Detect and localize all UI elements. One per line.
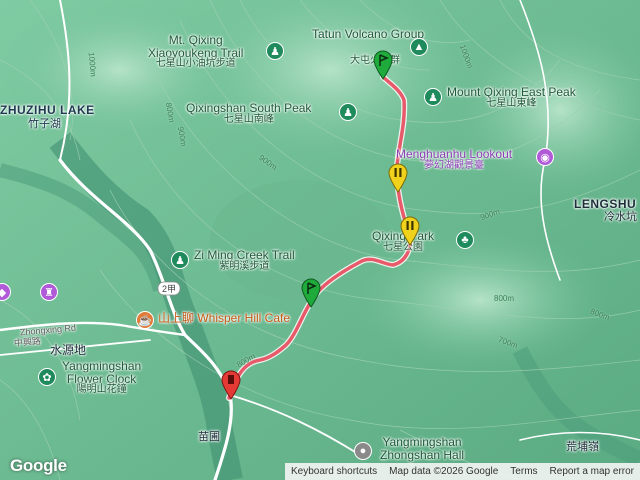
- place-label-east-peak[interactable]: Mount Qixing East Peak 七星山東峰: [447, 86, 576, 109]
- place-label-whisper-hill[interactable]: 山上聊 Whisper Hill Cafe: [158, 312, 290, 325]
- report-error-link[interactable]: Report a map error: [550, 466, 634, 477]
- flag-waypoint-marker[interactable]: [301, 278, 321, 308]
- place-label-tatun[interactable]: Tatun Volcano Group: [312, 28, 424, 41]
- tree-icon[interactable]: ♣: [456, 231, 474, 249]
- place-label-zhuzihu-zh: 竹子湖: [28, 118, 61, 130]
- place-label-xiaoyoukeng[interactable]: Mt. Qixing Xiaoyoukeng Trail 七星山小油坑步道: [148, 34, 243, 70]
- google-logo[interactable]: Google: [10, 456, 67, 476]
- start-flag-marker[interactable]: [373, 50, 393, 80]
- place-label-zhongshan-hall[interactable]: Yangmingshan Zhongshan Hall: [380, 436, 464, 461]
- hiker-icon[interactable]: ♟: [171, 251, 189, 269]
- contour-label: 800m: [494, 294, 515, 303]
- place-label-flower-clock[interactable]: Yangmingshan Flower Clock 陽明山花鐘: [62, 360, 141, 396]
- end-marker[interactable]: [221, 370, 241, 400]
- road-shield-label: 2甲: [162, 284, 176, 294]
- flower-icon[interactable]: ✿: [38, 368, 56, 386]
- pause-waypoint-marker[interactable]: [388, 163, 408, 193]
- place-label-shuiyuandi: 水源地: [50, 343, 87, 357]
- place-label-lengshui-zh: 冷水坑: [604, 211, 637, 223]
- place-label-miaopu: 苗圃: [198, 431, 220, 443]
- camera-icon[interactable]: ◉: [536, 148, 554, 166]
- place-label-ziming[interactable]: Zi Ming Creek Trail 紫明溪步道: [194, 249, 295, 272]
- castle-icon[interactable]: ♜: [40, 283, 58, 301]
- pause-waypoint-marker[interactable]: [400, 216, 420, 246]
- coffee-icon[interactable]: ☕: [136, 311, 154, 329]
- place-label-south-peak[interactable]: Qixingshan South Peak 七星山南峰: [186, 102, 311, 125]
- hiker-icon[interactable]: ♟: [424, 88, 442, 106]
- place-label-menghuanhu[interactable]: Menghuanhu Lookout 夢幻湖觀景臺: [396, 148, 512, 171]
- place-label-zhuzihu[interactable]: ZHUZIHU LAKE: [0, 104, 95, 117]
- map-data-attribution: Map data ©2026 Google: [389, 466, 499, 477]
- mountain-icon[interactable]: ▲: [410, 38, 428, 56]
- place-label-huangpuling: 荒埔嶺: [566, 441, 599, 453]
- terms-link[interactable]: Terms: [510, 466, 537, 477]
- hiker-icon[interactable]: ♟: [266, 42, 284, 60]
- place-label-lengshui[interactable]: LENGSHU: [574, 198, 636, 211]
- map-footer: Keyboard shortcuts Map data ©2026 Google…: [285, 463, 640, 480]
- landmark-icon[interactable]: ●: [354, 442, 372, 460]
- hiker-icon[interactable]: ♟: [339, 103, 357, 121]
- keyboard-shortcuts-link[interactable]: Keyboard shortcuts: [291, 466, 377, 477]
